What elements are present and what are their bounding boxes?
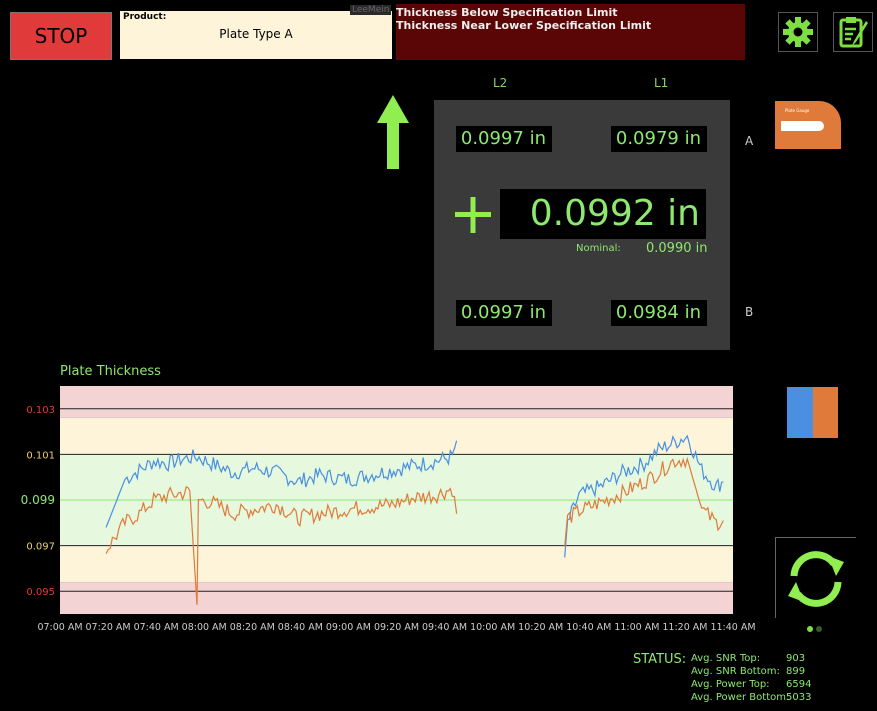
x-tick-label: 11:40 AM <box>710 622 755 633</box>
stop-button[interactable]: STOP <box>10 12 112 60</box>
x-tick-label: 08:20 AM <box>230 622 275 633</box>
bottom-series-swatch <box>812 387 838 438</box>
column-label-l2: L2 <box>493 76 508 90</box>
refresh-icon <box>788 551 844 607</box>
chart-band <box>60 582 733 614</box>
crosshair-icon <box>455 197 491 233</box>
nominal-value: 0.0990 in <box>646 241 708 256</box>
refresh-button[interactable] <box>775 537 856 618</box>
status-snr-bottom-value: 899 <box>786 666 806 677</box>
reading-a-l1: 0.0979 in <box>611 126 707 152</box>
reading-a-l2: 0.0997 in <box>456 126 552 152</box>
alert-header-fragment: LeeMein <box>350 5 392 15</box>
up-arrow-icon <box>377 95 409 169</box>
status-snr-top-label: Avg. SNR Top: <box>691 653 761 664</box>
gear-icon <box>783 17 813 47</box>
x-tick-label: 11:00 AM <box>614 622 659 633</box>
status-power-top-label: Avg. Power Top: <box>691 679 770 690</box>
status-label: STATUS: <box>633 652 687 667</box>
y-tick-label: 0.101 <box>26 450 55 461</box>
center-reading: 0.0992 in <box>500 189 706 239</box>
thickness-chart: 0.103 0.101 0.099 0.097 0.095 07:00 AM 07:20 A… <box>21 386 756 633</box>
chart-title: Plate Thickness <box>60 364 161 379</box>
status-snr-bottom-label: Avg. SNR Bottom: <box>691 666 780 677</box>
x-tick-label: 08:00 AM <box>182 622 227 633</box>
chart-band <box>60 545 733 583</box>
clipboard-icon <box>839 17 868 48</box>
column-label-l1: L1 <box>654 76 669 90</box>
row-label-a: A <box>745 134 754 148</box>
top-series-swatch <box>787 387 813 438</box>
series-color-toggle[interactable] <box>787 387 838 438</box>
x-tick-label: 09:40 AM <box>422 622 467 633</box>
x-tick-label: 09:00 AM <box>326 622 371 633</box>
status-dot-active <box>807 626 813 632</box>
alert-line-1: Thickness Below Specification Limit <box>396 6 618 19</box>
reading-b-l1: 0.0984 in <box>611 300 707 326</box>
x-tick-label: 07:40 AM <box>134 622 179 633</box>
alert-line-2: Thickness Near Lower Specification Limit <box>396 19 652 32</box>
x-tick-label: 10:00 AM <box>470 622 515 633</box>
report-button[interactable] <box>833 12 873 52</box>
x-tick-label: 10:40 AM <box>566 622 611 633</box>
reading-b-l2: 0.0997 in <box>456 300 552 326</box>
nominal-label: Nominal: <box>576 243 621 254</box>
chart-band <box>60 417 733 455</box>
status-snr-top-value: 903 <box>786 653 806 664</box>
x-tick-label: 09:20 AM <box>374 622 419 633</box>
product-value: Plate Type A <box>219 27 293 41</box>
x-tick-label: 08:40 AM <box>278 622 323 633</box>
y-tick-label: 0.103 <box>26 405 55 416</box>
plate-gauge-logo: Plate Gauge <box>775 101 841 149</box>
alert-panel: Thickness Below Specification Limit Thic… <box>396 4 745 60</box>
status-power-top-value: 6594 <box>786 679 812 690</box>
x-tick-label: 07:00 AM <box>37 622 82 633</box>
product-label: Product: <box>123 12 167 22</box>
x-tick-label: 10:20 AM <box>518 622 563 633</box>
y-tick-label: 0.097 <box>26 542 55 553</box>
row-label-b: B <box>745 305 754 319</box>
status-dot-inactive <box>816 626 822 632</box>
status-power-bottom-label: Avg. Power Bottom: <box>691 692 790 703</box>
logo-text: Plate Gauge <box>785 108 810 113</box>
y-tick-label: 0.095 <box>26 587 55 598</box>
x-tick-label: 11:20 AM <box>662 622 707 633</box>
status-power-bottom-value: 5033 <box>786 692 812 703</box>
chart-band <box>60 386 733 418</box>
x-tick-label: 07:20 AM <box>86 622 131 633</box>
product-selector[interactable]: Product: Plate Type A <box>120 11 392 59</box>
settings-button[interactable] <box>778 12 818 52</box>
y-tick-label: 0.099 <box>21 493 55 507</box>
